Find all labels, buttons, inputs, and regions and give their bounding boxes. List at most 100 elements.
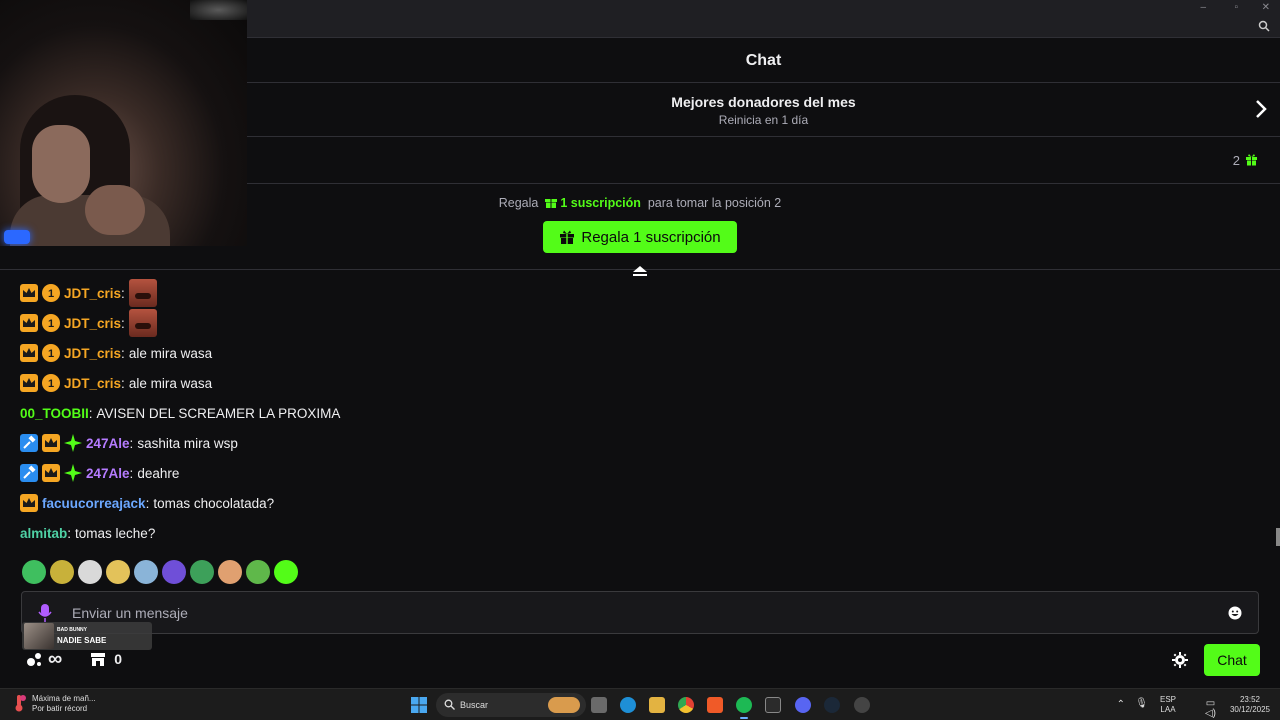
- hammer-badge-icon[interactable]: [20, 464, 38, 482]
- chat-message: facuucorreajack: tomas chocolatada?: [20, 488, 1260, 518]
- chat-footer-left: ∞ 0: [26, 648, 122, 670]
- edge-icon[interactable]: [620, 697, 636, 713]
- gift-icon: [545, 199, 558, 208]
- quick-emote[interactable]: [134, 560, 158, 584]
- taskbar-search[interactable]: Buscar: [436, 693, 586, 717]
- gift-count-row: 2: [247, 138, 1280, 184]
- search-label: Buscar: [460, 700, 489, 710]
- crown-badge-icon[interactable]: [42, 434, 60, 452]
- chat-username[interactable]: 247Ale: [86, 466, 130, 481]
- chat-message: 1 JDT_cris: ale mira wasa: [20, 338, 1260, 368]
- webcam-blue-light: [4, 230, 30, 244]
- collapse-icon[interactable]: [632, 264, 648, 278]
- emoji-icon[interactable]: [1228, 606, 1242, 620]
- gift-prompt-prefix: Regala: [498, 196, 539, 210]
- quick-emote[interactable]: [78, 560, 102, 584]
- chat-username[interactable]: JDT_cris: [64, 346, 121, 361]
- chat-input-box[interactable]: [21, 591, 1259, 634]
- svg-text:1: 1: [48, 378, 54, 390]
- windows-start-icon[interactable]: [411, 697, 427, 713]
- chat-username[interactable]: 00_TOOBII: [20, 406, 89, 421]
- language-indicator[interactable]: ESP LAA: [1160, 695, 1176, 715]
- crown-badge-icon[interactable]: [20, 314, 38, 332]
- windows-taskbar: Máxima de mañ... Por batir récord Buscar…: [0, 688, 1280, 720]
- one-badge-icon[interactable]: 1: [42, 374, 60, 392]
- steam-icon[interactable]: [824, 697, 840, 713]
- emote-bar: [22, 560, 298, 584]
- hammer-badge-icon[interactable]: [20, 434, 38, 452]
- settings-gear-icon[interactable]: [1172, 652, 1188, 668]
- chat-username[interactable]: JDT_cris: [64, 316, 121, 331]
- scrollbar-thumb[interactable]: [1276, 528, 1280, 546]
- quick-emote[interactable]: [246, 560, 270, 584]
- one-badge-icon[interactable]: 1: [42, 344, 60, 362]
- spotify-artist: BAD BUNNY: [57, 627, 87, 633]
- store-icon: [91, 653, 106, 666]
- network-volume-icon[interactable]: ▭ ◁): [1205, 699, 1216, 719]
- file-explorer-icon[interactable]: [649, 697, 665, 713]
- chevron-right-icon[interactable]: [1252, 98, 1270, 120]
- quick-emote[interactable]: [106, 560, 130, 584]
- points-value: ∞: [48, 648, 63, 670]
- close-button[interactable]: ✕: [1262, 2, 1270, 13]
- chat-username[interactable]: JDT_cris: [64, 286, 121, 301]
- clock[interactable]: 23:52 30/12/2025: [1230, 695, 1270, 715]
- tray-chevron-icon[interactable]: ⌃: [1117, 700, 1125, 710]
- crown-badge-icon[interactable]: [20, 344, 38, 362]
- quick-emote[interactable]: [274, 560, 298, 584]
- chrome-icon[interactable]: [678, 697, 694, 713]
- obs-icon[interactable]: [854, 697, 870, 713]
- discord-icon[interactable]: [795, 697, 811, 713]
- message-separator: :: [67, 525, 72, 541]
- chat-message: 1 JDT_cris:: [20, 278, 1260, 308]
- chat-send-button[interactable]: Chat: [1204, 644, 1260, 676]
- crown-badge-icon[interactable]: [42, 464, 60, 482]
- chat-emote[interactable]: [128, 279, 157, 307]
- lang-code: ESP: [1159, 695, 1176, 704]
- minimize-button[interactable]: –: [1200, 2, 1206, 13]
- star-badge-icon[interactable]: [64, 434, 82, 452]
- message-separator: :: [121, 375, 125, 391]
- star-badge-icon[interactable]: [64, 464, 82, 482]
- quick-emote[interactable]: [22, 560, 46, 584]
- maximize-button[interactable]: ▫: [1234, 2, 1238, 13]
- chat-header: Chat: [247, 39, 1280, 83]
- brave-icon[interactable]: [707, 697, 723, 713]
- quick-emote[interactable]: [190, 560, 214, 584]
- message-separator: :: [121, 315, 125, 331]
- channel-points[interactable]: ∞: [26, 648, 63, 670]
- chat-emote[interactable]: [128, 309, 157, 337]
- taskbar-notification[interactable]: Máxima de mañ... Por batir récord: [12, 694, 96, 714]
- microphone-icon[interactable]: [38, 603, 52, 623]
- chat-message-input[interactable]: [72, 602, 1212, 624]
- chat-username[interactable]: facuucorreajack: [42, 496, 146, 511]
- crown-badge-icon[interactable]: [20, 494, 38, 512]
- quick-emote[interactable]: [50, 560, 74, 584]
- chat-message-text: ale mira wasa: [128, 375, 213, 391]
- one-badge-icon[interactable]: 1: [42, 284, 60, 302]
- epic-games-icon[interactable]: [765, 697, 781, 713]
- top-donors-banner[interactable]: Mejores donadores del mes Reinicia en 1 …: [247, 84, 1280, 137]
- crown-badge-icon[interactable]: [20, 284, 38, 302]
- clock-time: 23:52: [1239, 695, 1260, 704]
- gift-subscription-button[interactable]: Regala 1 suscripción: [543, 221, 737, 253]
- webcam-face: [32, 125, 90, 203]
- album-art: [24, 623, 54, 649]
- quick-emote[interactable]: [162, 560, 186, 584]
- chat-username[interactable]: JDT_cris: [64, 376, 121, 391]
- chat-message: 1 JDT_cris:: [20, 308, 1260, 338]
- search-icon: [444, 699, 455, 710]
- chat-message: 1 JDT_cris: ale mira wasa: [20, 368, 1260, 398]
- one-badge-icon[interactable]: 1: [42, 314, 60, 332]
- message-separator: :: [129, 435, 134, 451]
- quick-emote[interactable]: [218, 560, 242, 584]
- gift-icon: [560, 230, 575, 244]
- task-view-icon[interactable]: [591, 697, 607, 713]
- spotify-icon[interactable]: [736, 697, 752, 719]
- chat-username[interactable]: almitab: [20, 526, 67, 541]
- crown-badge-icon[interactable]: [20, 374, 38, 392]
- zoom-icon[interactable]: [1258, 20, 1270, 32]
- chat-username[interactable]: 247Ale: [86, 436, 130, 451]
- store-button[interactable]: 0: [90, 651, 122, 667]
- microphone-tray-icon[interactable]: 🎙: [1135, 699, 1148, 709]
